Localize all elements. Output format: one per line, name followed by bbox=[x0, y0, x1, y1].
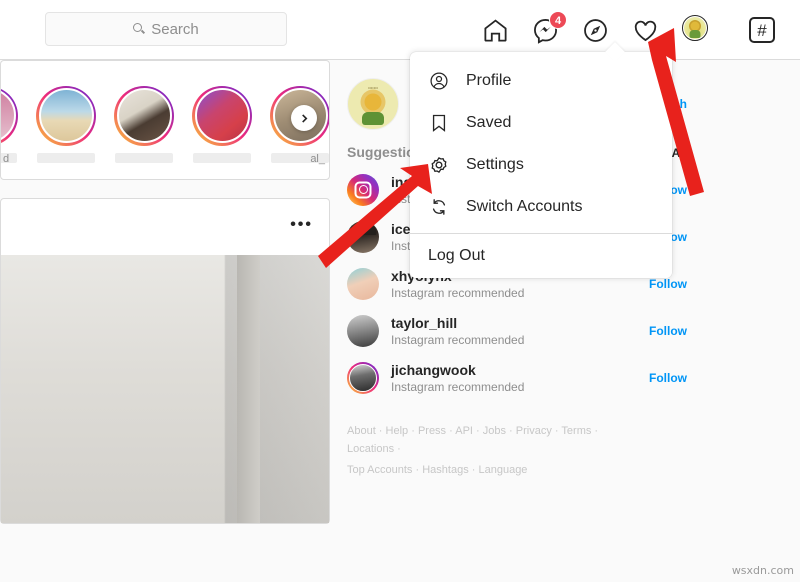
footer-link-terms[interactable]: Terms bbox=[561, 425, 591, 437]
footer-sep: · bbox=[408, 425, 418, 437]
menu-item-label: Log Out bbox=[428, 247, 485, 264]
follow-button[interactable]: Follow bbox=[649, 277, 687, 291]
navbar-icon-group: 4 bbox=[482, 0, 712, 60]
suggestion-username[interactable]: jichangwook bbox=[391, 362, 649, 378]
messenger-icon[interactable]: 4 bbox=[532, 10, 567, 44]
search-icon bbox=[133, 23, 145, 35]
story-item[interactable] bbox=[105, 85, 183, 163]
icecube-avatar[interactable] bbox=[347, 220, 379, 253]
leaf-icon bbox=[362, 112, 384, 125]
footer-sep: · bbox=[472, 425, 483, 437]
menu-item-switch-accounts[interactable]: Switch Accounts bbox=[410, 186, 672, 228]
avatar-caption-text: ••••••• bbox=[368, 85, 378, 90]
person-circle-icon bbox=[428, 70, 450, 92]
story-ring bbox=[1, 85, 18, 146]
footer-line-1: About · Help · Press · API · Jobs · Priv… bbox=[347, 421, 647, 457]
instagram-logo-avatar[interactable] bbox=[347, 173, 379, 206]
bookmark-icon bbox=[428, 112, 450, 134]
footer-link-api[interactable]: API bbox=[455, 425, 473, 437]
menu-item-label: Settings bbox=[466, 156, 524, 173]
taylor-hill-avatar[interactable] bbox=[347, 314, 379, 347]
instagram-web-page: Search 4 # d al_ ••• ••••••• Suggestions… bbox=[0, 0, 800, 582]
story-item[interactable] bbox=[183, 85, 261, 163]
gear-icon bbox=[428, 154, 450, 176]
footer-link-language[interactable]: Language bbox=[478, 464, 527, 476]
home-icon[interactable] bbox=[482, 17, 509, 44]
account-dropdown-menu: Profile Saved Settings Switch Accounts L… bbox=[410, 52, 672, 278]
suggestion-subtitle: Instagram recommended bbox=[391, 332, 525, 347]
top-navigation-bar: Search 4 # bbox=[0, 0, 800, 60]
footer-link-press[interactable]: Press bbox=[418, 425, 446, 437]
menu-item-saved[interactable]: Saved bbox=[410, 102, 672, 144]
footer-link-about[interactable]: About bbox=[347, 425, 376, 437]
footer-sep: · bbox=[412, 464, 423, 476]
menu-item-label: Switch Accounts bbox=[466, 198, 583, 215]
story-ring bbox=[114, 85, 174, 146]
sunflower-icon bbox=[364, 93, 382, 111]
story-username bbox=[115, 152, 173, 163]
stories-scroller[interactable]: d al_ bbox=[1, 61, 329, 179]
post-header: ••• bbox=[1, 199, 329, 255]
feed-column: d al_ ••• bbox=[0, 60, 330, 524]
footer-sep: · bbox=[375, 425, 386, 437]
story-username bbox=[193, 152, 251, 163]
avatar[interactable] bbox=[682, 15, 708, 41]
search-placeholder: Search bbox=[151, 20, 199, 38]
footer-sep: · bbox=[591, 425, 599, 437]
story-item[interactable] bbox=[27, 85, 105, 163]
suggestion-info: jichangwook Instagram recommended bbox=[391, 362, 649, 394]
stories-next-button[interactable] bbox=[291, 105, 317, 131]
profile-avatar[interactable] bbox=[682, 15, 712, 45]
footer-line-2: Top Accounts · Hashtags · Language bbox=[347, 460, 647, 478]
compass-icon[interactable] bbox=[582, 17, 609, 44]
footer-link-locations[interactable]: Locations bbox=[347, 443, 394, 455]
follow-button[interactable]: Follow bbox=[649, 324, 687, 338]
story-username-clipped-right: al_ bbox=[310, 153, 325, 165]
stories-tray: d al_ bbox=[0, 60, 330, 180]
story-ring bbox=[192, 85, 252, 146]
suggestion-username[interactable]: taylor_hill bbox=[391, 315, 649, 331]
list-item[interactable]: taylor_hill Instagram recommended Follow bbox=[347, 307, 687, 354]
watermark: wsxdn.com bbox=[731, 564, 794, 577]
footer-sep: · bbox=[394, 443, 401, 455]
jichangwook-avatar[interactable] bbox=[347, 361, 379, 394]
search-input[interactable]: Search bbox=[45, 12, 287, 46]
post-more-options-button[interactable]: ••• bbox=[290, 217, 313, 233]
menu-item-label: Saved bbox=[466, 114, 512, 131]
suggestion-subtitle: Instagram recommended bbox=[391, 285, 525, 300]
suggestion-info: taylor_hill Instagram recommended bbox=[391, 315, 649, 347]
story-username bbox=[37, 152, 95, 163]
footer-link-jobs[interactable]: Jobs bbox=[483, 425, 506, 437]
hashtag-glyph: # bbox=[757, 20, 767, 40]
story-ring bbox=[36, 85, 96, 146]
avatar-image bbox=[684, 17, 706, 39]
follow-button[interactable]: Follow bbox=[649, 371, 687, 385]
footer-link-privacy[interactable]: Privacy bbox=[516, 425, 552, 437]
heart-icon[interactable] bbox=[632, 17, 659, 44]
current-user-avatar[interactable]: ••••••• bbox=[347, 78, 399, 130]
story-item[interactable] bbox=[1, 85, 27, 163]
messenger-badge: 4 bbox=[549, 10, 567, 29]
hashtag-icon[interactable]: # bbox=[749, 17, 775, 43]
list-item[interactable]: jichangwook Instagram recommended Follow bbox=[347, 354, 687, 401]
xhyolynx-avatar[interactable] bbox=[347, 267, 379, 300]
post-card: ••• bbox=[0, 198, 330, 524]
switch-arrows-icon bbox=[428, 196, 450, 218]
footer-sep: · bbox=[506, 425, 516, 437]
footer-links: About · Help · Press · API · Jobs · Priv… bbox=[347, 421, 647, 478]
suggestion-subtitle: Instagram recommended bbox=[391, 379, 525, 394]
footer-link-hashtags[interactable]: Hashtags bbox=[422, 464, 468, 476]
footer-sep: · bbox=[446, 425, 456, 437]
post-image bbox=[1, 255, 329, 523]
menu-item-logout[interactable]: Log Out bbox=[410, 234, 672, 278]
footer-sep: · bbox=[551, 425, 562, 437]
story-username-clipped-left: d bbox=[3, 153, 10, 165]
menu-item-profile[interactable]: Profile bbox=[410, 60, 672, 102]
menu-item-settings[interactable]: Settings bbox=[410, 144, 672, 186]
footer-link-top-accounts[interactable]: Top Accounts bbox=[347, 464, 412, 476]
menu-item-label: Profile bbox=[466, 72, 512, 89]
footer-link-help[interactable]: Help bbox=[386, 425, 409, 437]
